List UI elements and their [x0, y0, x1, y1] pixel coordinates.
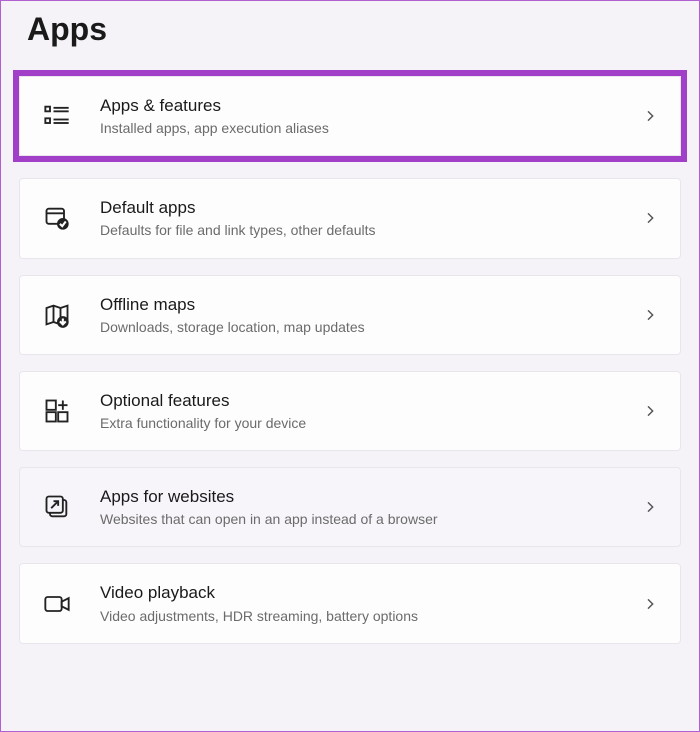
- item-text: Default apps Defaults for file and link …: [100, 197, 630, 239]
- chevron-right-icon: [642, 307, 658, 323]
- item-subtitle: Video adjustments, HDR streaming, batter…: [100, 607, 630, 625]
- chevron-right-icon: [642, 210, 658, 226]
- item-subtitle: Extra functionality for your device: [100, 414, 630, 432]
- item-text: Video playback Video adjustments, HDR st…: [100, 582, 630, 624]
- item-title: Optional features: [100, 390, 630, 412]
- chevron-right-icon: [642, 499, 658, 515]
- item-title: Default apps: [100, 197, 630, 219]
- settings-item-video-playback[interactable]: Video playback Video adjustments, HDR st…: [19, 563, 681, 643]
- apps-features-icon: [42, 101, 72, 131]
- item-text: Apps & features Installed apps, app exec…: [100, 95, 630, 137]
- settings-item-apps-features[interactable]: Apps & features Installed apps, app exec…: [19, 76, 681, 156]
- item-title: Apps & features: [100, 95, 630, 117]
- item-text: Optional features Extra functionality fo…: [100, 390, 630, 432]
- optional-features-icon: [42, 396, 72, 426]
- item-subtitle: Defaults for file and link types, other …: [100, 221, 630, 239]
- settings-item-optional-features[interactable]: Optional features Extra functionality fo…: [19, 371, 681, 451]
- settings-item-apps-websites[interactable]: Apps for websites Websites that can open…: [19, 467, 681, 547]
- chevron-right-icon: [642, 108, 658, 124]
- item-text: Apps for websites Websites that can open…: [100, 486, 630, 528]
- chevron-right-icon: [642, 596, 658, 612]
- item-subtitle: Websites that can open in an app instead…: [100, 510, 630, 528]
- page-title: Apps: [27, 11, 681, 48]
- default-apps-icon: [42, 203, 72, 233]
- item-subtitle: Installed apps, app execution aliases: [100, 119, 630, 137]
- offline-maps-icon: [42, 300, 72, 330]
- item-text: Offline maps Downloads, storage location…: [100, 294, 630, 336]
- apps-websites-icon: [42, 492, 72, 522]
- item-subtitle: Downloads, storage location, map updates: [100, 318, 630, 336]
- settings-item-default-apps[interactable]: Default apps Defaults for file and link …: [19, 178, 681, 258]
- settings-item-offline-maps[interactable]: Offline maps Downloads, storage location…: [19, 275, 681, 355]
- chevron-right-icon: [642, 403, 658, 419]
- item-title: Video playback: [100, 582, 630, 604]
- item-title: Offline maps: [100, 294, 630, 316]
- video-playback-icon: [42, 589, 72, 619]
- item-title: Apps for websites: [100, 486, 630, 508]
